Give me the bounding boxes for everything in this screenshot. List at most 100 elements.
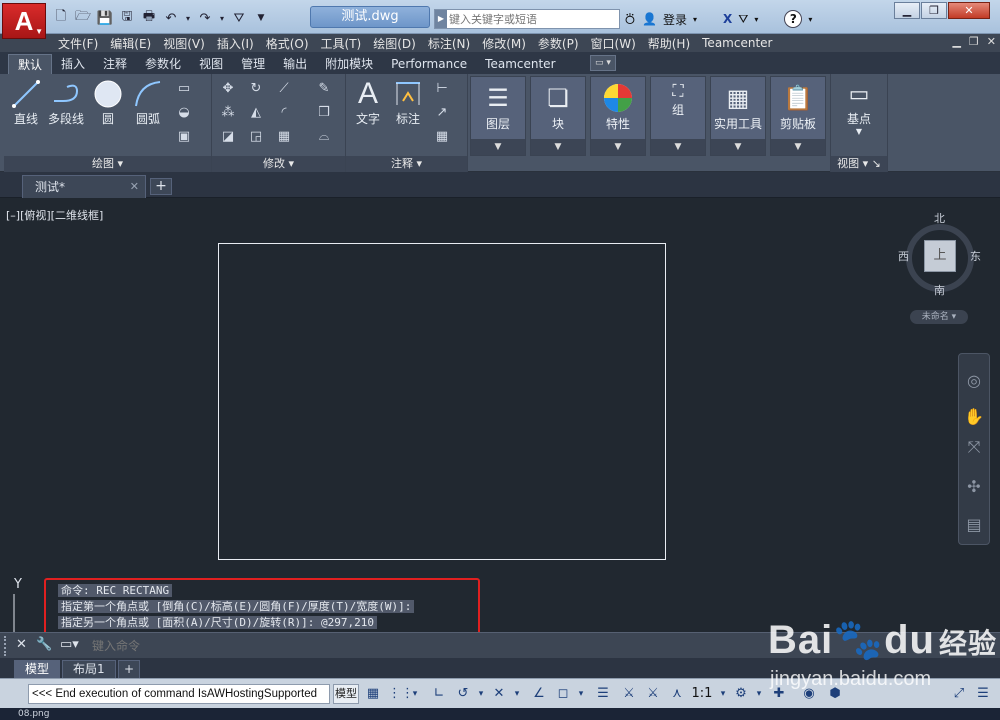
orbit-icon[interactable]: ✣ — [963, 476, 985, 498]
rectangle-icon[interactable]: ▭ — [176, 80, 192, 96]
compass-east[interactable]: 东 — [970, 248, 981, 264]
maximize-button[interactable]: ❐ — [921, 2, 947, 19]
close-window-button[interactable]: ✕ — [948, 2, 990, 19]
array-icon[interactable]: ▦ — [276, 128, 292, 144]
menu-item[interactable]: 窗口(W) — [591, 35, 648, 52]
ribbon-tab[interactable]: 插入 — [52, 54, 94, 74]
snap-icon[interactable]: ⋮⋮ — [388, 685, 414, 703]
file-tab-active[interactable]: 测试* ✕ — [22, 175, 146, 198]
menu-item[interactable]: 标注(N) — [428, 35, 482, 52]
move-icon[interactable]: ✥ — [220, 80, 236, 96]
menu-item[interactable]: 绘图(D) — [373, 35, 428, 52]
login-dropdown-icon[interactable]: ▾ — [693, 15, 697, 24]
drag-handle[interactable] — [4, 636, 10, 656]
compass-west[interactable]: 西 — [898, 248, 909, 264]
tab-layout1[interactable]: 布局1 — [62, 660, 116, 678]
text-tool[interactable]: A 文字 — [352, 77, 384, 127]
snap-dropdown-icon[interactable]: ▾ — [406, 685, 424, 703]
menu-item[interactable]: 帮助(H) — [648, 35, 702, 52]
help-icon[interactable]: ? — [784, 10, 803, 28]
search-input[interactable] — [449, 11, 617, 27]
expand-arrow-icon[interactable]: ▶ — [435, 10, 447, 28]
chevron-down-icon[interactable]: ▼ — [471, 139, 525, 155]
menu-item[interactable]: 编辑(E) — [110, 35, 163, 52]
ribbon-tab[interactable]: Performance — [382, 54, 476, 74]
draw-panel-title[interactable]: 绘图 ▾ — [4, 156, 211, 172]
workspace-gear-icon[interactable]: ⚙ — [732, 685, 750, 703]
compass-north[interactable]: 北 — [934, 210, 945, 226]
menu-item[interactable]: 视图(V) — [163, 35, 217, 52]
osnap-icon[interactable]: ◻ — [554, 685, 572, 703]
properties-button[interactable]: 特性 ▼ — [590, 76, 646, 156]
chevron-down-icon[interactable]: ▼ — [531, 139, 585, 155]
modify-panel-title[interactable]: 修改 ▾ — [212, 156, 345, 172]
hatch-icon[interactable]: ◒ — [176, 104, 192, 120]
view-panel-title[interactable]: 视图 ▾ ↘ — [831, 156, 887, 172]
leader-icon[interactable]: ↗ — [434, 104, 450, 120]
print-icon[interactable]: 🖶 — [140, 9, 158, 27]
arc-tool[interactable]: 圆弧 — [132, 78, 164, 127]
group-button[interactable]: ⛶ 组 ▼ — [650, 76, 706, 156]
chevron-down-icon[interactable]: ▼ — [711, 139, 765, 155]
ribbon-tab[interactable]: 参数化 — [136, 54, 190, 74]
menu-item[interactable]: 工具(T) — [321, 35, 374, 52]
rotate-icon[interactable]: ↻ — [248, 80, 264, 96]
annotation-panel-title[interactable]: 注释 ▾ — [346, 156, 467, 172]
fillet-icon[interactable]: ◜ — [276, 104, 292, 120]
circle-tool[interactable]: 圆 — [92, 78, 124, 127]
drawn-rectangle[interactable] — [218, 243, 666, 560]
mirror-icon[interactable]: ◭ — [248, 104, 264, 120]
login-link[interactable]: 登录 — [663, 11, 687, 28]
layers-button[interactable]: ☰ 图层 ▼ — [470, 76, 526, 156]
tab-model[interactable]: 模型 — [14, 660, 61, 678]
boundary-icon[interactable]: ▣ — [176, 128, 192, 144]
drawing-area[interactable]: [–][俯视][二维线框] 北 南 东 西 上 未命名 ▾ ◎ ✋ ⤧ ✣ ▤ … — [0, 198, 1000, 638]
ribbon-tab[interactable]: 附加模块 — [316, 54, 382, 74]
isodraft-icon[interactable]: ✕ — [490, 685, 508, 703]
offset-icon[interactable]: ⌓ — [316, 128, 332, 144]
new-tab-button[interactable]: + — [150, 178, 172, 195]
table-icon[interactable]: ▦ — [434, 128, 450, 144]
stretch-icon[interactable]: ◪ — [220, 128, 236, 144]
showmotion-icon[interactable]: ▤ — [963, 514, 985, 536]
linear-dim-icon[interactable]: ⊢ — [434, 80, 450, 96]
polar-dropdown-icon[interactable]: ▾ — [472, 685, 490, 703]
binoculars-icon[interactable]: ⛣ — [624, 11, 636, 28]
redo-icon[interactable]: ↷ — [196, 9, 214, 27]
ribbon-tab[interactable]: 视图 — [190, 54, 232, 74]
isodraft-dropdown-icon[interactable]: ▾ — [508, 685, 526, 703]
scale-icon[interactable]: ◲ — [248, 128, 264, 144]
base-point-tool[interactable]: ▭ 基点 ▼ — [843, 78, 875, 137]
polyline-tool[interactable]: 多段线 — [48, 78, 84, 127]
model-space-button[interactable]: 模型 — [333, 684, 359, 704]
clipboard-button[interactable]: 📋 剪贴板 ▼ — [770, 76, 826, 156]
menu-item[interactable]: 格式(O) — [266, 35, 321, 52]
menu-item[interactable]: Teamcenter — [702, 36, 784, 50]
trim-icon[interactable]: ⟋ — [276, 80, 292, 96]
ribbon-tab[interactable]: Teamcenter — [476, 54, 564, 74]
add-layout-icon[interactable]: + — [118, 660, 141, 678]
utilities-button[interactable]: ▦ 实用工具 ▼ — [710, 76, 766, 156]
undo-icon[interactable]: ↶ — [162, 9, 180, 27]
close-tab-icon[interactable]: ✕ — [130, 176, 139, 198]
ribbon-tab[interactable]: 管理 — [232, 54, 274, 74]
grid-icon[interactable]: ▦ — [364, 685, 382, 703]
ucs-menu[interactable]: 未命名 ▾ — [910, 310, 968, 324]
viewcube-top-face[interactable]: 上 — [924, 240, 956, 272]
ribbon-display-toggle[interactable]: ▭ ▾ — [590, 55, 616, 71]
doc-restore-icon[interactable]: ❐ — [969, 35, 979, 48]
save-as-icon[interactable]: 🖫 — [118, 9, 136, 27]
pan-hand-icon[interactable]: ✋ — [963, 406, 985, 428]
chevron-down-icon[interactable]: ▼ — [591, 139, 645, 155]
application-menu-button[interactable]: A ▼ — [2, 3, 46, 39]
customize-qat-icon[interactable]: ▼ — [252, 9, 270, 27]
zoom-extents-icon[interactable]: ⤧ — [963, 436, 985, 458]
undo-dropdown-icon[interactable]: ▾ — [184, 9, 192, 27]
close-icon[interactable]: ✕ — [16, 637, 27, 652]
osnap-dropdown-icon[interactable]: ▾ — [572, 685, 590, 703]
ribbon-tab[interactable]: 默认 — [8, 54, 53, 74]
chevron-down-icon[interactable]: ▼ — [651, 139, 705, 155]
copy-icon[interactable]: ⁂ — [220, 104, 236, 120]
explode-icon[interactable]: ❒ — [316, 104, 332, 120]
share-icon[interactable]: ⛛ — [230, 9, 248, 27]
